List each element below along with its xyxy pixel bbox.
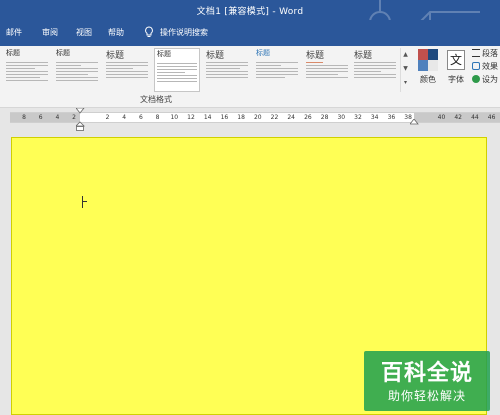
scroll-up-icon[interactable]: ▲ <box>401 48 410 62</box>
ruler-tick-label: 44 <box>471 114 479 121</box>
lightbulb-icon[interactable] <box>144 26 154 38</box>
ruler-tick-label: 20 <box>253 114 262 121</box>
gallery-scroll[interactable]: ▲ ▼ ▾ <box>400 48 410 92</box>
style-name: 标题 <box>106 51 125 61</box>
ruler-tick-label: 4 <box>122 114 127 121</box>
tab-help[interactable]: 帮助 <box>108 27 124 38</box>
ruler-tick-label: 42 <box>454 114 462 121</box>
watermark-title: 百科全说 <box>380 361 473 386</box>
paragraph-label: 段落 <box>482 49 498 58</box>
style-gallery-item[interactable]: 标题 <box>104 48 150 92</box>
ruler-tick-label: 22 <box>270 114 279 121</box>
style-gallery-item[interactable]: 标题 <box>254 48 300 92</box>
ruler-area: 8 6 4 2 2 4 6 8 10 12 14 16 18 20 22 24 26 28 30 32 34 36 38 40… <box>0 108 500 134</box>
fonts-label: 字体 <box>448 75 464 84</box>
style-name: 标题 <box>6 49 20 57</box>
ruler-tick-label: 8 <box>22 114 26 121</box>
ruler-tick-label: 4 <box>55 114 60 121</box>
set-as-default-button[interactable]: 设为 <box>472 74 498 85</box>
font-icon: 文 <box>447 50 465 70</box>
group-label: 文档格式 <box>140 95 172 104</box>
ruler-tick-label: 40 <box>437 114 446 121</box>
effects-label: 效果 <box>482 62 498 71</box>
scroll-down-icon[interactable]: ▼ <box>401 62 410 76</box>
paragraph-spacing-icon <box>472 49 480 57</box>
text-cursor <box>82 196 83 208</box>
colors-label: 颜色 <box>420 75 436 84</box>
ruler-tick-label: 36 <box>387 114 396 121</box>
ruler-tick-label: 18 <box>237 114 245 121</box>
color-palette-icon <box>418 49 438 71</box>
tab-mailings[interactable]: 邮件 <box>6 27 22 38</box>
ruler-tick-label: 32 <box>354 114 362 121</box>
horizontal-ruler[interactable]: 8 6 4 2 2 4 6 8 10 12 14 16 18 20 22 24 26 28 30 32 34 36 38 40… <box>10 108 500 131</box>
ruler-tick-label: 14 <box>203 114 212 121</box>
watermark-logo: 百科全说 助你轻松解决 <box>364 351 490 411</box>
style-gallery-item[interactable]: 标题 <box>352 48 398 92</box>
indent-marker-icon[interactable] <box>76 108 85 132</box>
ruler-tick-label: 28 <box>320 114 329 121</box>
gallery-more-icon[interactable]: ▾ <box>401 76 410 90</box>
style-name: 标题 <box>354 51 373 61</box>
tell-me-search[interactable]: 操作说明搜索 <box>160 27 208 38</box>
ribbon-tabs: 邮件 审阅 视图 帮助 操作说明搜索 <box>0 20 500 46</box>
style-name: 标题 <box>306 51 325 61</box>
colors-button[interactable]: 颜色 <box>416 48 440 90</box>
style-gallery-item[interactable]: 标题 <box>4 48 50 92</box>
ruler-tick-label: 8 <box>155 114 160 121</box>
style-gallery-item-selected[interactable]: 标题 <box>154 48 200 92</box>
text-cursor-tip <box>83 201 87 202</box>
ruler-tick-label: 12 <box>187 114 195 121</box>
tab-review[interactable]: 审阅 <box>42 27 58 38</box>
style-gallery-item[interactable]: 标题 <box>54 48 100 92</box>
design-ribbon: 标题 标题 标题 标题 标题 标题 标题 标题 ▲ ▼ ▾ 文档格式 颜色 文 … <box>0 46 500 108</box>
set-default-label: 设为 <box>482 75 498 84</box>
ruler-tick-label: 6 <box>38 114 43 121</box>
right-indent-marker-icon[interactable] <box>410 119 419 129</box>
style-name: 标题 <box>56 49 70 57</box>
title-bar: 文档1 [兼容模式] - Word <box>0 0 500 48</box>
effects-icon <box>472 62 480 70</box>
style-gallery-item[interactable]: 标题 <box>204 48 250 92</box>
ruler-tick-label: 2 <box>105 114 110 121</box>
ruler-tick-label: 26 <box>304 114 312 121</box>
style-name: 标题 <box>206 51 225 61</box>
watermark-subtitle: 助你轻松解决 <box>387 389 466 403</box>
ruler-tick-label: 46 <box>487 114 496 121</box>
ruler-tick-label: 16 <box>220 114 229 121</box>
ruler-tick-label: 6 <box>138 114 143 121</box>
effects-button[interactable]: 效果 <box>472 61 498 72</box>
style-name: 标题 <box>256 49 270 57</box>
check-circle-icon <box>472 75 480 83</box>
fonts-button[interactable]: 文 字体 <box>444 48 468 90</box>
tab-view[interactable]: 视图 <box>76 27 92 38</box>
style-gallery-item[interactable]: 标题 <box>304 48 350 92</box>
ruler-tick-label: 24 <box>287 114 295 121</box>
ruler-tick-label: 10 <box>170 114 179 121</box>
ruler-tick-label: 34 <box>370 114 379 121</box>
paragraph-spacing-button[interactable]: 段落 <box>472 48 498 59</box>
ruler-tick-label: 30 <box>337 114 346 121</box>
style-name: 标题 <box>157 50 171 58</box>
